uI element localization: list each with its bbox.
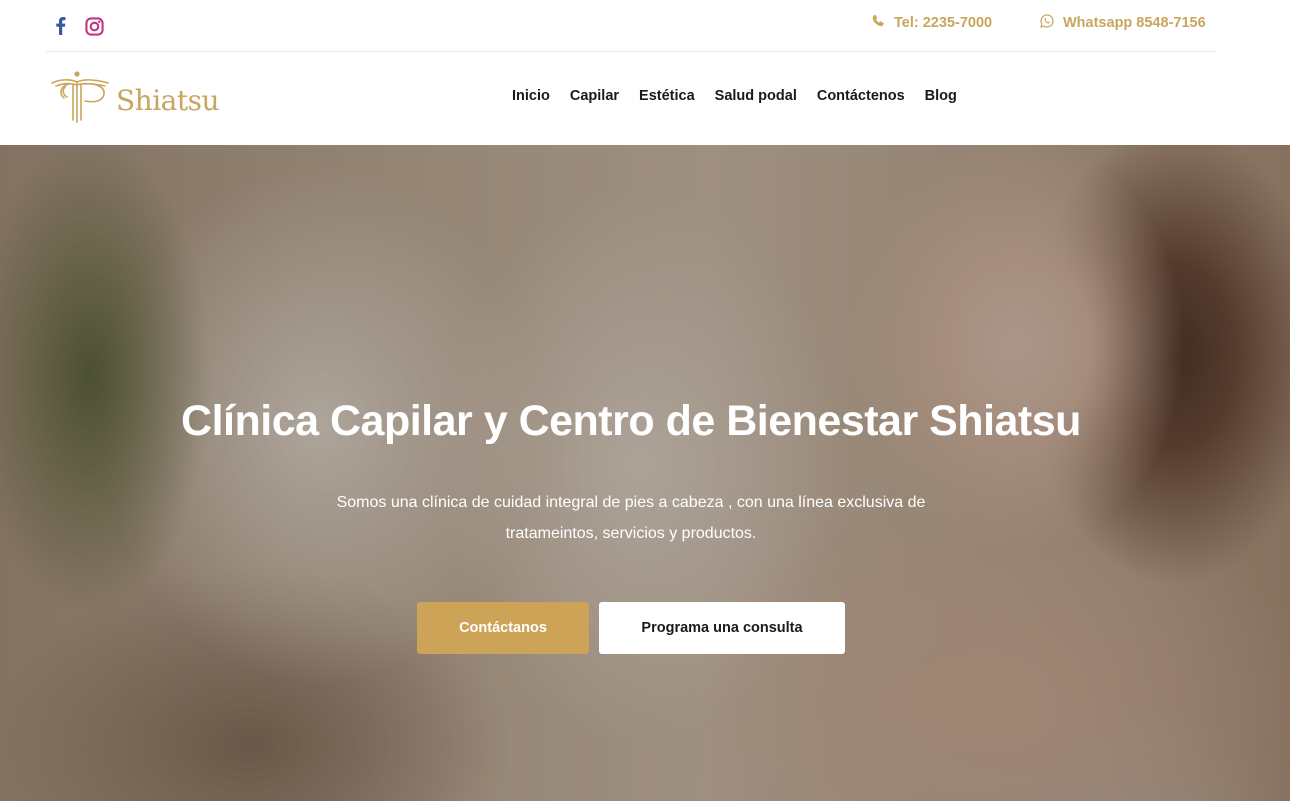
nav-item-salud-podal[interactable]: Salud podal [705,88,807,104]
hero-section: Clínica Capilar y Centro de Bienestar Sh… [0,145,1290,801]
phone-label: Tel: 2235-7000 [894,15,993,31]
nav-item-estetica[interactable]: Estética [629,88,705,104]
site-header: Shiatsu Inicio Capilar Estética Salud po… [0,52,1290,145]
whatsapp-label: Whatsapp 8548-7156 [1063,15,1206,31]
logo-text: Shiatsu [116,84,220,117]
hero-title: Clínica Capilar y Centro de Bienestar Sh… [181,397,1081,445]
phone-link[interactable]: Tel: 2235-7000 [871,14,992,32]
schedule-consultation-button[interactable]: Programa una consulta [599,602,845,654]
nav-item-capilar[interactable]: Capilar [560,88,629,104]
shiatsu-emblem-icon [50,70,112,131]
whatsapp-link[interactable]: Whatsapp 8548-7156 [1040,14,1206,32]
whatsapp-icon [1040,14,1054,32]
main-nav: Inicio Capilar Estética Salud podal Cont… [502,88,967,104]
facebook-icon[interactable] [48,14,72,38]
nav-item-contactenos[interactable]: Contáctenos [807,88,915,104]
hero-subtitle: Somos una clínica de cuidad integral de … [336,494,926,542]
nav-item-inicio[interactable]: Inicio [502,88,560,104]
hero-background-image [0,145,1290,801]
top-bar: Tel: 2235-7000 Whatsapp 8548-7156 [0,0,1290,52]
phone-icon [871,14,885,32]
site-logo[interactable]: Shiatsu [50,70,220,131]
contact-button[interactable]: Contáctanos [417,602,589,654]
nav-item-blog[interactable]: Blog [915,88,967,104]
instagram-icon[interactable] [82,14,106,38]
